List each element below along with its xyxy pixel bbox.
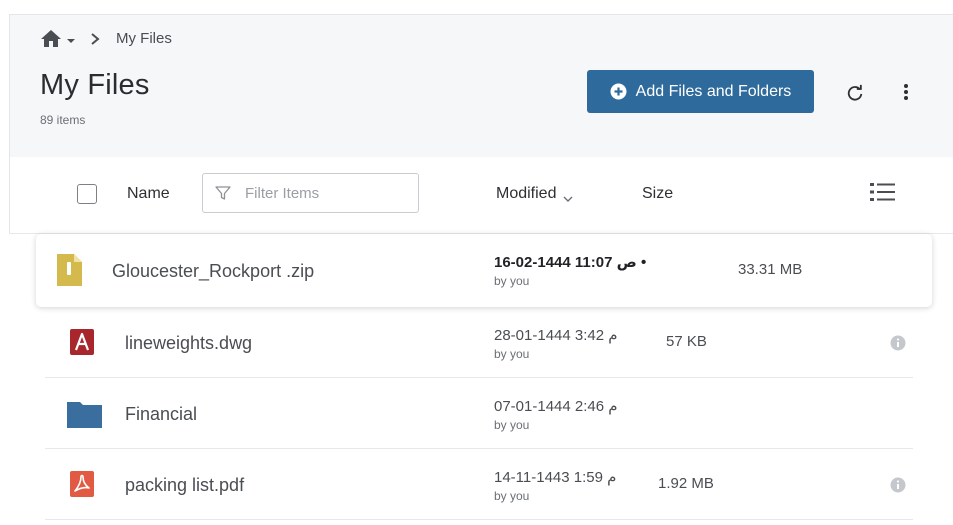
add-files-label: Add Files and Folders (635, 82, 792, 100)
file-size: 57 KB (666, 333, 707, 350)
filter-icon (215, 185, 231, 201)
column-name[interactable]: Name (127, 185, 170, 203)
file-name[interactable]: Financial (125, 404, 197, 425)
file-row-zip[interactable]: Gloucester_Rockport .zip 16-02-1444 11:0… (36, 234, 932, 307)
modified-date: 14-11-1443 1:59 م (494, 469, 617, 486)
page-title: My Files (40, 69, 150, 101)
column-modified-label: Modified (496, 185, 557, 202)
item-count: 89 items (40, 113, 86, 127)
column-size[interactable]: Size (642, 185, 673, 203)
filter-input[interactable] (245, 184, 395, 202)
column-header-bar: Name Modified Size (9, 157, 953, 234)
folder-icon (65, 396, 105, 430)
breadcrumb-current[interactable]: My Files (116, 30, 172, 47)
file-size: 33.31 MB (738, 261, 803, 278)
filter-box[interactable] (202, 173, 419, 213)
info-icon[interactable] (890, 335, 906, 351)
file-name[interactable]: Gloucester_Rockport .zip (112, 261, 314, 282)
sort-chevron-down-icon (563, 190, 573, 202)
add-files-button[interactable]: Add Files and Folders (587, 70, 814, 113)
chevron-right-icon (90, 32, 100, 45)
modified-date: 28-01-1444 3:42 م (494, 327, 618, 344)
page-header: My Files My Files 89 items Add Files and… (9, 14, 953, 157)
file-size: 1.92 MB (658, 475, 714, 492)
select-all-checkbox[interactable] (77, 184, 97, 204)
modified-by: by you (494, 347, 530, 361)
dwg-file-icon (67, 325, 97, 359)
modified-date: 16-02-1444 11:07 ص • (494, 254, 647, 271)
column-modified[interactable]: Modified (496, 185, 573, 203)
file-row-pdf[interactable]: packing list.pdf 14-11-1443 1:59 م by yo… (45, 449, 913, 520)
modified-by: by you (494, 274, 530, 288)
files-page: My Files My Files 89 items Add Files and… (0, 0, 953, 525)
zip-file-icon (54, 253, 84, 287)
caret-down-icon[interactable] (66, 33, 76, 43)
modified-date: 07-01-1444 2:46 م (494, 398, 618, 415)
modified-by: by you (494, 489, 530, 503)
info-icon[interactable] (890, 477, 906, 493)
plus-circle-icon (610, 83, 627, 100)
modified-by: by you (494, 418, 530, 432)
home-icon[interactable] (40, 28, 62, 48)
file-row-dwg[interactable]: lineweights.dwg 28-01-1444 3:42 م by you… (45, 307, 913, 378)
file-name[interactable]: lineweights.dwg (125, 333, 252, 354)
pdf-file-icon (67, 467, 97, 501)
refresh-icon[interactable] (842, 80, 868, 106)
file-list: Gloucester_Rockport .zip 16-02-1444 11:0… (0, 234, 953, 525)
list-view-icon[interactable] (868, 179, 898, 205)
breadcrumb: My Files (40, 27, 172, 49)
file-name[interactable]: packing list.pdf (125, 475, 244, 496)
more-options-icon[interactable] (896, 78, 916, 106)
file-row-folder[interactable]: Financial 07-01-1444 2:46 م by you (45, 378, 913, 449)
